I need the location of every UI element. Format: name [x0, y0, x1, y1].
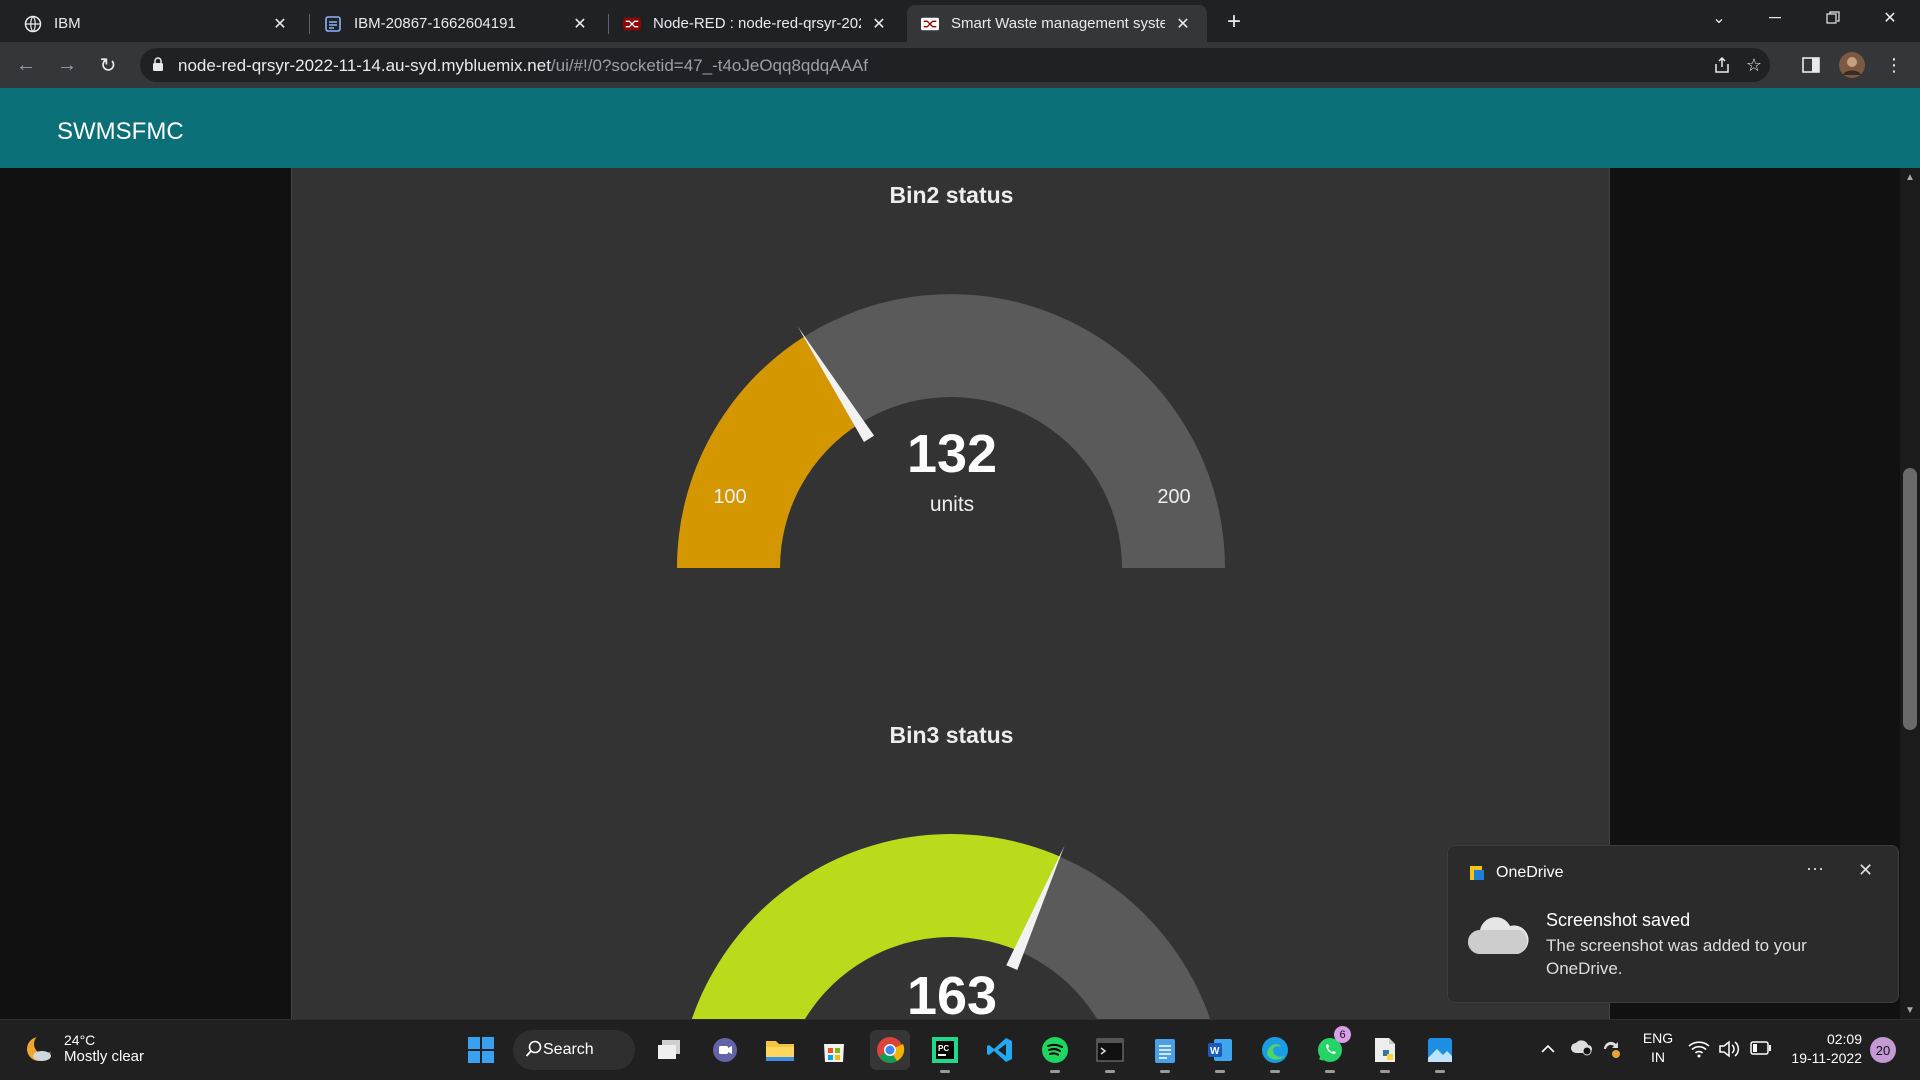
temperature: 24°C: [64, 1032, 96, 1048]
bin3-gauge-value: 163: [906, 966, 998, 1019]
tab-title: Smart Waste management systen: [951, 15, 1165, 32]
weather-condition: Mostly clear: [64, 1048, 145, 1065]
search-icon: [525, 1040, 543, 1063]
onedrive-notification[interactable]: OneDrive ··· ✕ Screenshot saved The scre…: [1447, 845, 1899, 1003]
edge-icon[interactable]: [1255, 1030, 1295, 1073]
url-path: /ui/#!/0?socketid=47_-t4oJeOqq8qdqAAAf: [550, 56, 869, 75]
globe-icon: [24, 15, 42, 33]
tab-node-red[interactable]: Node-RED : node-red-qrsyr-2022 ✕: [609, 5, 903, 42]
whatsapp-badge: 6: [1334, 1026, 1351, 1043]
share-icon[interactable]: [1708, 51, 1736, 79]
notepad-icon[interactable]: [1145, 1030, 1185, 1073]
tab-close-icon[interactable]: ✕: [869, 14, 889, 34]
chrome-icon[interactable]: [870, 1030, 910, 1070]
profile-avatar[interactable]: [1838, 51, 1866, 79]
scroll-down-arrow-icon[interactable]: ▼: [1900, 1001, 1920, 1019]
clock-time: 02:09: [1826, 1031, 1862, 1047]
sync-icon[interactable]: [1600, 1038, 1622, 1063]
tab-search-chevron-icon[interactable]: ⌄: [1691, 0, 1747, 36]
cloud-icon: [1466, 914, 1530, 963]
photos-icon[interactable]: [1420, 1030, 1460, 1073]
language-indicator[interactable]: ENG IN: [1640, 1030, 1676, 1065]
browser-toolbar: ← → ↻ node-red-qrsyr-2022-11-14.au-syd.m…: [0, 42, 1920, 88]
notification-heading: Screenshot saved: [1546, 910, 1691, 930]
tab-strip: IBM ✕ IBM-20867-1662604191 ✕ Node-RED : …: [0, 0, 1920, 42]
notification-body: The screenshot was added to your OneDriv…: [1546, 936, 1807, 978]
notification-app-name: OneDrive: [1496, 864, 1564, 881]
minimize-button[interactable]: [1747, 0, 1803, 36]
volume-icon[interactable]: [1718, 1040, 1740, 1061]
notification-center-badge[interactable]: 20: [1870, 1037, 1896, 1063]
url-host: node-red-qrsyr-2022-11-14.au-syd.mybluem…: [178, 56, 551, 75]
file-explorer-icon[interactable]: [760, 1030, 800, 1070]
tab-close-icon[interactable]: ✕: [1173, 14, 1193, 34]
clock[interactable]: 02:09 19-11-2022: [1786, 1031, 1862, 1066]
onedrive-logo-icon: [1468, 864, 1486, 887]
node-red-icon: [623, 15, 641, 33]
back-arrow-icon[interactable]: ←: [12, 51, 40, 79]
close-notification-icon[interactable]: ✕: [1858, 860, 1873, 881]
new-tab-button[interactable]: +: [1220, 8, 1248, 36]
tab-close-icon[interactable]: ✕: [270, 14, 290, 34]
moon-icon: [27, 1033, 54, 1061]
terminal-icon[interactable]: [1090, 1030, 1130, 1073]
address-bar[interactable]: node-red-qrsyr-2022-11-14.au-syd.mybluem…: [140, 48, 1770, 82]
task-view-icon[interactable]: [650, 1030, 690, 1070]
forward-arrow-icon[interactable]: →: [53, 51, 81, 79]
node-red-icon: [921, 15, 939, 33]
lock-icon: [152, 57, 164, 77]
reload-icon[interactable]: ↻: [94, 51, 122, 79]
side-panel-icon[interactable]: [1797, 51, 1825, 79]
bin3-gauge: [691, 834, 1211, 1019]
tab-smart-waste[interactable]: Smart Waste management systen ✕: [907, 5, 1207, 42]
clock-date: 19-11-2022: [1791, 1050, 1862, 1066]
scrollbar-thumb[interactable]: [1903, 468, 1917, 730]
svg-text:W: W: [1210, 1046, 1220, 1057]
pycharm-icon[interactable]: PC: [925, 1030, 965, 1073]
more-options-icon[interactable]: ···: [1806, 858, 1824, 879]
bookmark-star-icon[interactable]: ☆: [1740, 51, 1768, 79]
python-editor-icon[interactable]: [1365, 1030, 1405, 1073]
svg-text:PC: PC: [938, 1044, 949, 1053]
language-code: ENG: [1642, 1030, 1674, 1046]
weather-widget[interactable]: 24°C Mostly clear: [24, 1032, 144, 1065]
vscode-icon[interactable]: [980, 1030, 1020, 1070]
spotify-icon[interactable]: [1035, 1030, 1075, 1073]
close-window-button[interactable]: ✕: [1862, 0, 1918, 36]
word-icon[interactable]: W: [1200, 1030, 1240, 1073]
tab-close-icon[interactable]: ✕: [570, 14, 590, 34]
tab-title: Node-RED : node-red-qrsyr-2022: [653, 15, 861, 32]
doc-icon: [324, 15, 342, 33]
page-scrollbar[interactable]: ▲ ▼: [1900, 168, 1920, 1019]
region-code: IN: [1651, 1049, 1665, 1065]
whatsapp-icon[interactable]: 6: [1310, 1026, 1351, 1073]
dashboard-title: SWMSFMC: [57, 118, 184, 145]
tab-ibm-doc[interactable]: IBM-20867-1662604191 ✕: [310, 5, 604, 42]
onedrive-tray-icon[interactable]: [1570, 1038, 1594, 1059]
dashboard-header: SWMSFMC: [0, 88, 1920, 168]
scroll-up-arrow-icon[interactable]: ▲: [1900, 168, 1920, 186]
wifi-icon[interactable]: [1688, 1040, 1710, 1061]
start-button[interactable]: [461, 1030, 501, 1070]
windows-taskbar: 24°C Mostly clear Search PC W 6 ENG IN 0…: [0, 1019, 1920, 1080]
restore-button[interactable]: [1805, 0, 1861, 36]
browser-menu-icon[interactable]: ⋮: [1880, 51, 1908, 79]
tab-ibm[interactable]: IBM ✕: [10, 5, 304, 42]
dashboard-content: Bin2 status 132 units 100 200 Bin3 statu…: [291, 168, 1610, 1019]
tab-title: IBM: [54, 15, 81, 32]
teams-chat-icon[interactable]: [705, 1030, 745, 1070]
taskbar-search[interactable]: Search: [513, 1030, 635, 1070]
url-text: node-red-qrsyr-2022-11-14.au-syd.mybluem…: [178, 56, 868, 76]
tab-title: IBM-20867-1662604191: [354, 15, 516, 32]
microsoft-store-icon[interactable]: [814, 1030, 854, 1070]
show-hidden-icons-chevron[interactable]: [1540, 1041, 1556, 1057]
battery-icon[interactable]: [1750, 1041, 1772, 1058]
search-label: Search: [543, 1041, 594, 1058]
